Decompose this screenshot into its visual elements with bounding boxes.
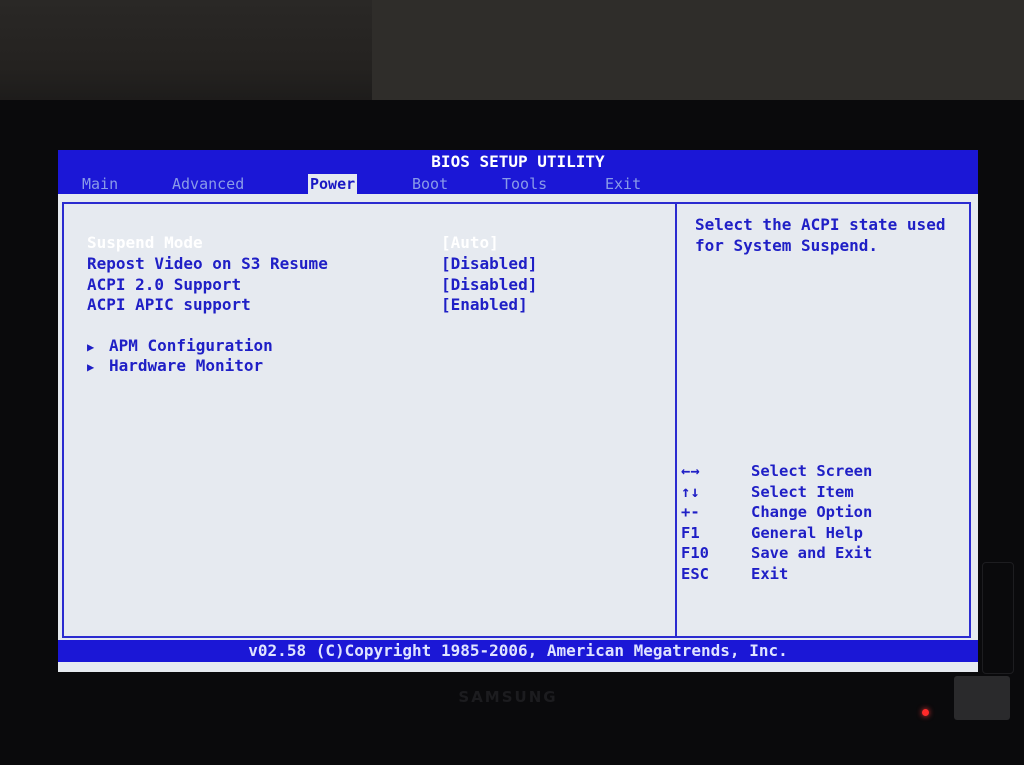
submenu-label: APM Configuration: [109, 336, 273, 355]
key-plus-minus: +-: [681, 503, 700, 521]
key-description: Exit: [751, 564, 789, 583]
help-description: Select the ACPI state used for System Su…: [695, 215, 946, 255]
setting-label: Repost Video on S3 Resume: [87, 254, 328, 273]
setting-value[interactable]: [Disabled]: [441, 275, 537, 294]
background-panel: [372, 0, 1024, 100]
setting-suspend-mode[interactable]: Suspend Mode [Auto]: [87, 233, 677, 253]
setting-label: Suspend Mode: [87, 233, 203, 252]
setting-repost-video[interactable]: Repost Video on S3 Resume [Disabled]: [87, 254, 677, 274]
key-row-general-help: F1 General Help: [681, 524, 965, 545]
menu-tab-tools[interactable]: Tools: [500, 174, 549, 194]
key-description: Select Screen: [751, 462, 873, 480]
key-row-change-option: +- Change Option: [681, 503, 965, 524]
setting-acpi-2-support[interactable]: ACPI 2.0 Support [Disabled]: [87, 275, 677, 295]
setting-value[interactable]: [Disabled]: [441, 254, 537, 273]
bios-copyright-footer: v02.58 (C)Copyright 1985-2006, American …: [58, 640, 978, 662]
setting-value[interactable]: [Auto]: [441, 233, 499, 252]
submenu-label: Hardware Monitor: [109, 356, 264, 375]
bios-screen: BIOS SETUP UTILITY Main Advanced Power B…: [58, 150, 978, 672]
bios-menu-bar: Main Advanced Power Boot Tools Exit: [58, 172, 978, 194]
setting-acpi-apic-support[interactable]: ACPI APIC support [Enabled]: [87, 295, 677, 315]
key-row-save-exit: F10 Save and Exit: [681, 544, 965, 565]
key-legend: ←→ Select Screen ↑↓ Select Item +- Chang…: [681, 462, 965, 585]
monitor-side-buttons: [982, 562, 1014, 674]
setting-label: ACPI APIC support: [87, 295, 251, 314]
key-description: Select Item: [751, 482, 854, 501]
key-left-right-arrows-icon: ←→: [681, 462, 700, 480]
power-led-icon: [922, 709, 929, 716]
triangle-right-icon: ▶: [87, 340, 95, 354]
key-description: Save and Exit: [751, 544, 873, 562]
triangle-right-icon: ▶: [87, 360, 95, 374]
key-description: Change Option: [751, 503, 873, 521]
key-row-exit: ESC Exit: [681, 565, 965, 586]
submenu-hardware-monitor[interactable]: ▶ Hardware Monitor: [87, 356, 263, 376]
bios-title: BIOS SETUP UTILITY: [58, 150, 978, 172]
key-f1: F1: [681, 523, 700, 542]
menu-tab-exit[interactable]: Exit: [603, 174, 643, 194]
key-description: General Help: [751, 523, 863, 542]
menu-tab-power[interactable]: Power: [308, 174, 358, 194]
key-f10: F10: [681, 544, 709, 562]
settings-panel: Suspend Mode [Auto] Repost Video on S3 R…: [62, 202, 677, 638]
menu-tab-advanced[interactable]: Advanced: [170, 174, 246, 194]
help-panel: Select the ACPI state used for System Su…: [675, 202, 971, 638]
key-esc: ESC: [681, 564, 709, 583]
menu-tab-main[interactable]: Main: [80, 174, 120, 194]
submenu-apm-configuration[interactable]: ▶ APM Configuration: [87, 336, 273, 356]
menu-tab-boot[interactable]: Boot: [410, 174, 450, 194]
setting-label: ACPI 2.0 Support: [87, 275, 242, 294]
background-wall: [0, 0, 1024, 112]
setting-value[interactable]: [Enabled]: [441, 295, 528, 314]
key-row-select-item: ↑↓ Select Item: [681, 483, 965, 504]
monitor-brand-logo: SAMSUNG: [458, 688, 558, 706]
key-row-select-screen: ←→ Select Screen: [681, 462, 965, 483]
monitor-sticker: [954, 676, 1010, 720]
key-up-down-arrows-icon: ↑↓: [681, 482, 700, 501]
